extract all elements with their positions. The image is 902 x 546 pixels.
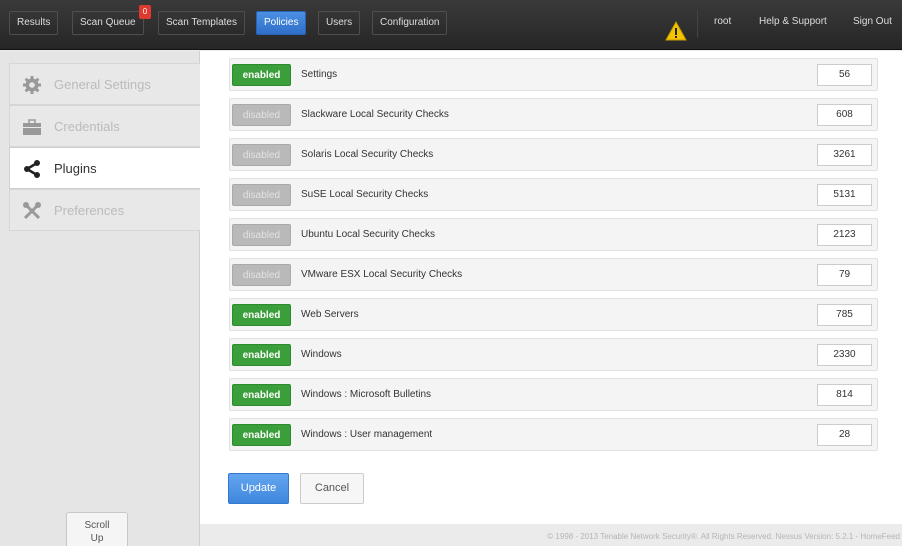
sidebar-item-label: Preferences bbox=[54, 203, 125, 218]
status-toggle[interactable]: enabled bbox=[232, 304, 291, 326]
sidebar-item-label: General Settings bbox=[54, 77, 151, 92]
plugin-count: 2330 bbox=[817, 344, 872, 366]
status-toggle[interactable]: disabled bbox=[232, 184, 291, 206]
plugin-count: 3261 bbox=[817, 144, 872, 166]
plugin-family-name: Web Servers bbox=[301, 309, 359, 320]
plugin-count: 608 bbox=[817, 104, 872, 126]
user-menu[interactable]: root bbox=[714, 11, 731, 35]
status-toggle[interactable]: disabled bbox=[232, 224, 291, 246]
plugin-family-row[interactable]: disabled Ubuntu Local Security Checks 2123 bbox=[229, 218, 878, 251]
top-nav-bar: Results Scan Queue 0 Scan Templates Poli… bbox=[0, 0, 902, 50]
plugin-family-name: Ubuntu Local Security Checks bbox=[301, 229, 435, 240]
plugin-count: 785 bbox=[817, 304, 872, 326]
plugin-count: 28 bbox=[817, 424, 872, 446]
plugin-family-name: Settings bbox=[301, 69, 338, 80]
sidebar-item-preferences[interactable]: Preferences bbox=[9, 189, 200, 231]
sidebar-item-general-settings[interactable]: General Settings bbox=[9, 63, 200, 105]
plugin-family-name: Windows bbox=[301, 349, 342, 360]
nav-scan-templates[interactable]: Scan Templates bbox=[158, 11, 245, 35]
status-toggle[interactable]: enabled bbox=[232, 344, 291, 366]
plugin-family-row[interactable]: enabled Web Servers 785 bbox=[229, 298, 878, 331]
status-toggle[interactable]: enabled bbox=[232, 384, 291, 406]
plugin-count: 2123 bbox=[817, 224, 872, 246]
gear-icon bbox=[23, 76, 41, 94]
plugin-family-row[interactable]: disabled SuSE Local Security Checks 5131 bbox=[229, 178, 878, 211]
status-toggle[interactable]: enabled bbox=[232, 64, 291, 86]
plugin-family-row[interactable]: disabled Solaris Local Security Checks 326… bbox=[229, 138, 878, 171]
plugin-count: 5131 bbox=[817, 184, 872, 206]
scan-queue-badge: 0 bbox=[139, 5, 151, 19]
nav-scan-queue[interactable]: Scan Queue bbox=[72, 11, 144, 35]
status-toggle[interactable]: enabled bbox=[232, 424, 291, 446]
plugin-count: 56 bbox=[817, 64, 872, 86]
plugin-family-name: Windows : User management bbox=[301, 429, 433, 440]
plugin-count: 79 bbox=[817, 264, 872, 286]
plugins-panel: enabled Settings 56 disabled Slackware Local… bbox=[200, 51, 902, 524]
plugin-family-row[interactable]: disabled Slackware Local Security Checks 6… bbox=[229, 98, 878, 131]
status-toggle[interactable]: disabled bbox=[232, 144, 291, 166]
help-support-link[interactable]: Help & Support bbox=[759, 11, 827, 35]
update-button[interactable]: Update bbox=[228, 473, 289, 504]
cancel-button[interactable]: Cancel bbox=[300, 473, 364, 504]
share-icon bbox=[24, 160, 40, 178]
sidebar-item-label: Plugins bbox=[54, 161, 97, 176]
plugin-family-row[interactable]: disabled VMware ESX Local Security Checks… bbox=[229, 258, 878, 291]
sidebar-item-credentials[interactable]: Credentials bbox=[9, 105, 200, 147]
nav-divider bbox=[697, 10, 698, 38]
warning-icon[interactable] bbox=[665, 20, 687, 42]
plugin-family-row[interactable]: enabled Windows : Microsoft Bulletins 814 bbox=[229, 378, 878, 411]
plugin-family-name: SuSE Local Security Checks bbox=[301, 189, 429, 200]
plugin-family-name: Slackware Local Security Checks bbox=[301, 109, 449, 120]
scroll-up-label-line1: Scroll bbox=[84, 520, 110, 531]
scroll-up-button[interactable]: Scroll Up bbox=[66, 512, 128, 546]
plugin-family-row[interactable]: enabled Settings 56 bbox=[229, 58, 878, 91]
briefcase-icon bbox=[23, 119, 41, 135]
sidebar: General Settings Credentials Plugins Pre… bbox=[0, 51, 200, 546]
tools-icon bbox=[23, 202, 41, 220]
scroll-up-label-line2: Up bbox=[90, 533, 104, 544]
sign-out-link[interactable]: Sign Out bbox=[853, 11, 892, 35]
footer-copyright: © 1998 - 2013 Tenable Network Security®.… bbox=[547, 532, 900, 541]
plugin-family-row[interactable]: enabled Windows 2330 bbox=[229, 338, 878, 371]
plugin-count: 814 bbox=[817, 384, 872, 406]
status-toggle[interactable]: disabled bbox=[232, 264, 291, 286]
plugin-family-name: Solaris Local Security Checks bbox=[301, 149, 434, 160]
plugin-family-name: VMware ESX Local Security Checks bbox=[301, 269, 463, 280]
sidebar-item-plugins[interactable]: Plugins bbox=[9, 147, 200, 189]
nav-results[interactable]: Results bbox=[9, 11, 59, 35]
plugin-family-row[interactable]: enabled Windows : User management 28 bbox=[229, 418, 878, 451]
nav-policies[interactable]: Policies bbox=[256, 11, 307, 35]
nav-configuration[interactable]: Configuration bbox=[372, 11, 448, 35]
plugin-family-name: Windows : Microsoft Bulletins bbox=[301, 389, 432, 400]
sidebar-item-label: Credentials bbox=[54, 119, 120, 134]
nav-users[interactable]: Users bbox=[318, 11, 361, 35]
status-toggle[interactable]: disabled bbox=[232, 104, 291, 126]
